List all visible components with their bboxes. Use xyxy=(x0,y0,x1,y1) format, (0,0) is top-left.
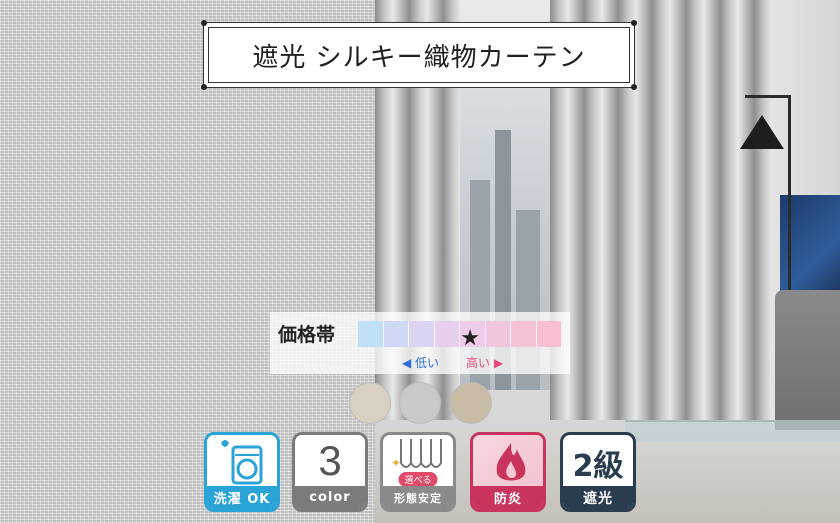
pleats-icon: ✦ xyxy=(391,439,442,470)
feature-color-label: color xyxy=(295,486,365,509)
feature-flame-retardant-label: 防炎 xyxy=(473,486,543,509)
price-band-cell xyxy=(409,321,435,347)
flame-icon xyxy=(496,443,526,481)
lamp-shade xyxy=(740,115,784,149)
price-band-cell xyxy=(358,321,384,347)
product-title: 遮光 シルキー織物カーテン xyxy=(252,42,586,73)
selectable-badge: 選べる xyxy=(398,472,438,487)
price-level-star-icon: ★ xyxy=(460,326,480,351)
feature-shape-memory-label: 形態安定 xyxy=(383,486,453,509)
feature-flame-retardant: 防炎 xyxy=(470,432,546,512)
feature-blackout-grade: 2級 遮光 xyxy=(560,432,636,512)
feature-washable-label: 洗濯 OK xyxy=(207,486,277,509)
price-band-cell xyxy=(511,321,537,347)
feature-blackout-label: 遮光 xyxy=(563,486,633,509)
glass-table xyxy=(625,420,840,442)
washing-machine-icon xyxy=(221,440,263,485)
price-band-panel: 価格帯 ★ ◀ 低い 高い ▶ xyxy=(270,312,570,374)
title-box: 遮光 シルキー織物カーテン xyxy=(201,20,637,90)
price-band-label: 価格帯 xyxy=(278,324,336,346)
color-swatch-gray[interactable] xyxy=(399,382,441,424)
svg-text:✦: ✦ xyxy=(391,456,401,470)
price-band-cell xyxy=(383,321,409,347)
price-band-scale: ★ xyxy=(358,321,562,351)
price-band-cell xyxy=(485,321,511,347)
price-high-label: 高い ▶ xyxy=(466,356,504,370)
price-band-cell xyxy=(536,321,562,347)
color-swatch-khaki[interactable] xyxy=(450,382,492,424)
feature-shape-memory: ✦ 選べる 形態安定 xyxy=(380,432,456,512)
feature-washable: 洗濯 OK xyxy=(204,432,280,512)
price-band-cell xyxy=(434,321,460,347)
sofa xyxy=(775,290,840,440)
price-low-label: ◀ 低い xyxy=(402,356,440,370)
blackout-grade-number: 2級 xyxy=(572,449,624,484)
feature-color-count: 3 color xyxy=(292,432,368,512)
color-count-number: 3 xyxy=(318,437,342,484)
color-swatch-beige[interactable] xyxy=(349,382,391,424)
